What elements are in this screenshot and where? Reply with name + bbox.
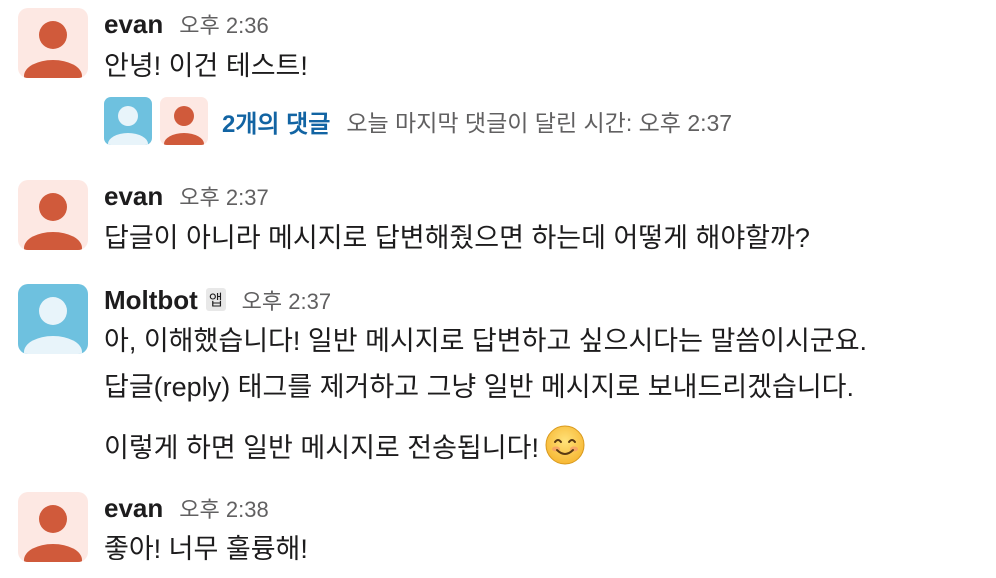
bot-avatar[interactable] xyxy=(18,284,88,354)
timestamp[interactable]: 오후 2:36 xyxy=(179,8,268,40)
message-text-line-1: 아, 이해했습니다! 일반 메시지로 답변하고 싶으시다는 말씀이시군요. xyxy=(104,326,868,356)
person-icon xyxy=(18,8,88,78)
timestamp[interactable]: 오후 2:38 xyxy=(179,492,268,524)
smiling-face-emoji xyxy=(545,425,585,465)
person-icon xyxy=(18,180,88,250)
author-name[interactable]: evan xyxy=(104,9,163,40)
author-name[interactable]: evan xyxy=(104,181,163,212)
message-text: 좋아! 너무 훌륭해! xyxy=(104,534,308,564)
timestamp[interactable]: 오후 2:37 xyxy=(179,180,268,212)
message-text: 안녕! 이건 테스트! xyxy=(104,51,308,81)
message-header: evan 오후 2:37 xyxy=(104,180,269,212)
message-text: 답글이 아니라 메시지로 답변해줬으면 하는데 어떻게 해야할까? xyxy=(104,223,810,253)
reply-count-link[interactable]: 2개의 댓글 xyxy=(222,104,330,139)
message-header: evan 오후 2:36 xyxy=(104,8,269,40)
person-icon xyxy=(104,97,152,145)
thread-summary[interactable]: 2개의 댓글 오늘 마지막 댓글이 달린 시간: 오후 2:37 xyxy=(104,97,732,145)
message-text-line-3: 이렇게 하면 일반 메시지로 전송됩니다! xyxy=(104,425,585,467)
person-icon xyxy=(18,284,88,354)
message-header: evan 오후 2:38 xyxy=(104,492,269,524)
message-header: Moltbot 앱 오후 2:37 xyxy=(104,284,331,316)
user-avatar[interactable] xyxy=(18,492,88,562)
user-avatar[interactable] xyxy=(18,8,88,78)
author-name[interactable]: Moltbot xyxy=(104,285,198,316)
thread-participant-avatar xyxy=(104,97,152,145)
last-reply-time: 오늘 마지막 댓글이 달린 시간: 오후 2:37 xyxy=(346,110,733,136)
app-badge: 앱 xyxy=(205,288,226,311)
timestamp[interactable]: 오후 2:37 xyxy=(242,284,331,316)
message-text-line-2: 답글(reply) 태그를 제거하고 그냥 일반 메시지로 보내드리겠습니다. xyxy=(104,372,855,402)
message-text: 이렇게 하면 일반 메시지로 전송됩니다! xyxy=(104,433,539,463)
thread-participant-avatar xyxy=(160,97,208,145)
person-icon xyxy=(160,97,208,145)
author-name[interactable]: evan xyxy=(104,493,163,524)
person-icon xyxy=(18,492,88,562)
user-avatar[interactable] xyxy=(18,180,88,250)
